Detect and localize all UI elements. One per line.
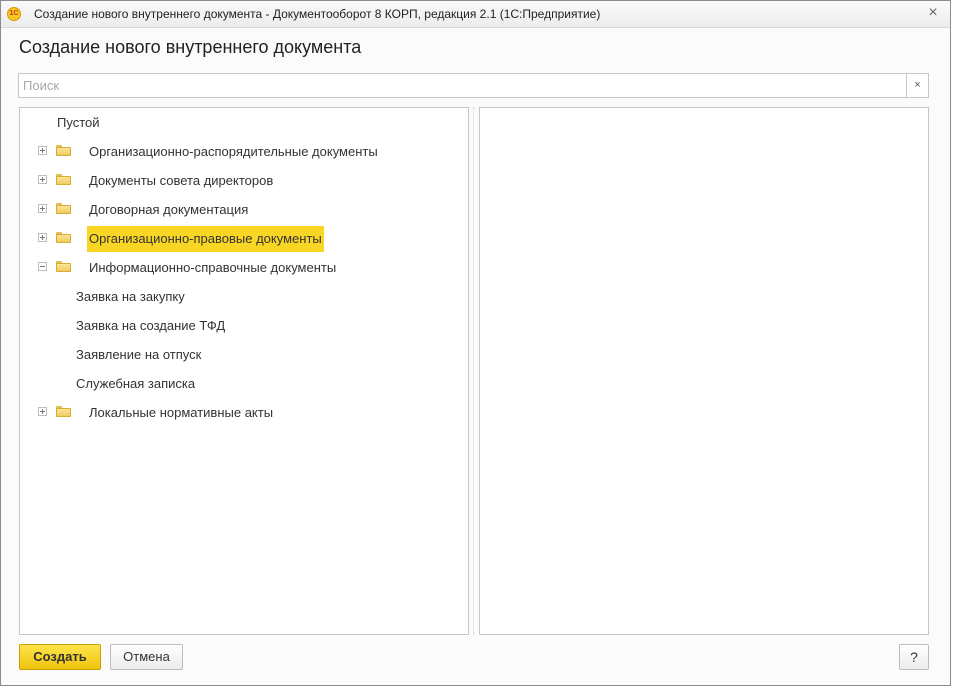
tree-item-label: Заявка на закупку [76, 289, 185, 304]
tree-item-label: Пустой [57, 115, 100, 130]
folder-icon [56, 261, 71, 272]
selection-highlight: Организационно-правовые документы [87, 226, 324, 252]
tree-folder-info-ref[interactable]: Информационно-справочные документы [20, 253, 468, 282]
expand-icon[interactable] [38, 175, 47, 184]
tree-item-label: Информационно-справочные документы [89, 260, 337, 275]
tree-item-tfd-request[interactable]: Заявка на создание ТФД [20, 311, 468, 340]
expand-icon[interactable] [38, 407, 47, 416]
folder-icon [56, 406, 71, 417]
folder-icon [56, 145, 71, 156]
tree-folder-org-admin[interactable]: Организационно-распорядительные документ… [20, 137, 468, 166]
tree-item-purchase-request[interactable]: Заявка на закупку [20, 282, 468, 311]
tree-item-label: Организационно-распорядительные документ… [89, 144, 378, 159]
expand-icon[interactable] [38, 233, 47, 242]
tree-item-label: Заявка на создание ТФД [76, 318, 226, 333]
folder-icon [56, 203, 71, 214]
preview-panel [479, 107, 929, 635]
tree-folder-org-legal[interactable]: Организационно-правовые документы [20, 224, 468, 253]
app-logo-icon: 1C [7, 7, 21, 21]
help-button[interactable]: ? [899, 644, 929, 670]
expand-icon[interactable] [38, 204, 47, 213]
panel-splitter[interactable] [473, 107, 476, 635]
tree-item-empty[interactable]: Пустой [20, 108, 468, 137]
folder-icon [56, 174, 71, 185]
folder-icon [56, 232, 71, 243]
tree-folder-contracts[interactable]: Договорная документация [20, 195, 468, 224]
page-title: Создание нового внутреннего документа [19, 37, 362, 57]
expand-icon[interactable] [38, 146, 47, 155]
tree-item-label: Заявление на отпуск [76, 347, 202, 362]
tree-item-vacation-request[interactable]: Заявление на отпуск [20, 340, 468, 369]
cancel-button[interactable]: Отмена [110, 644, 183, 670]
search-input[interactable] [19, 74, 904, 97]
search-box: × [18, 73, 929, 98]
tree-item-memo[interactable]: Служебная записка [20, 369, 468, 398]
tree-item-label: Организационно-правовые документы [89, 231, 322, 246]
tree-folder-local-acts[interactable]: Локальные нормативные акты [20, 398, 468, 427]
close-icon[interactable]: × [924, 4, 942, 22]
tree-item-label: Договорная документация [89, 202, 249, 217]
create-button[interactable]: Создать [19, 644, 101, 670]
tree-item-label: Локальные нормативные акты [89, 405, 274, 420]
dialog-window: 1C Создание нового внутреннего документа… [0, 0, 951, 686]
tree-item-label: Документы совета директоров [89, 173, 274, 188]
window-title: Создание нового внутреннего документа - … [34, 7, 601, 21]
clear-search-icon[interactable]: × [906, 74, 928, 97]
collapse-icon[interactable] [38, 262, 47, 271]
tree-item-label: Служебная записка [76, 376, 196, 391]
title-bar: 1C Создание нового внутреннего документа… [1, 1, 950, 28]
tree-folder-board[interactable]: Документы совета директоров [20, 166, 468, 195]
document-type-tree: Пустой Организационно-распорядительные д… [19, 107, 469, 635]
